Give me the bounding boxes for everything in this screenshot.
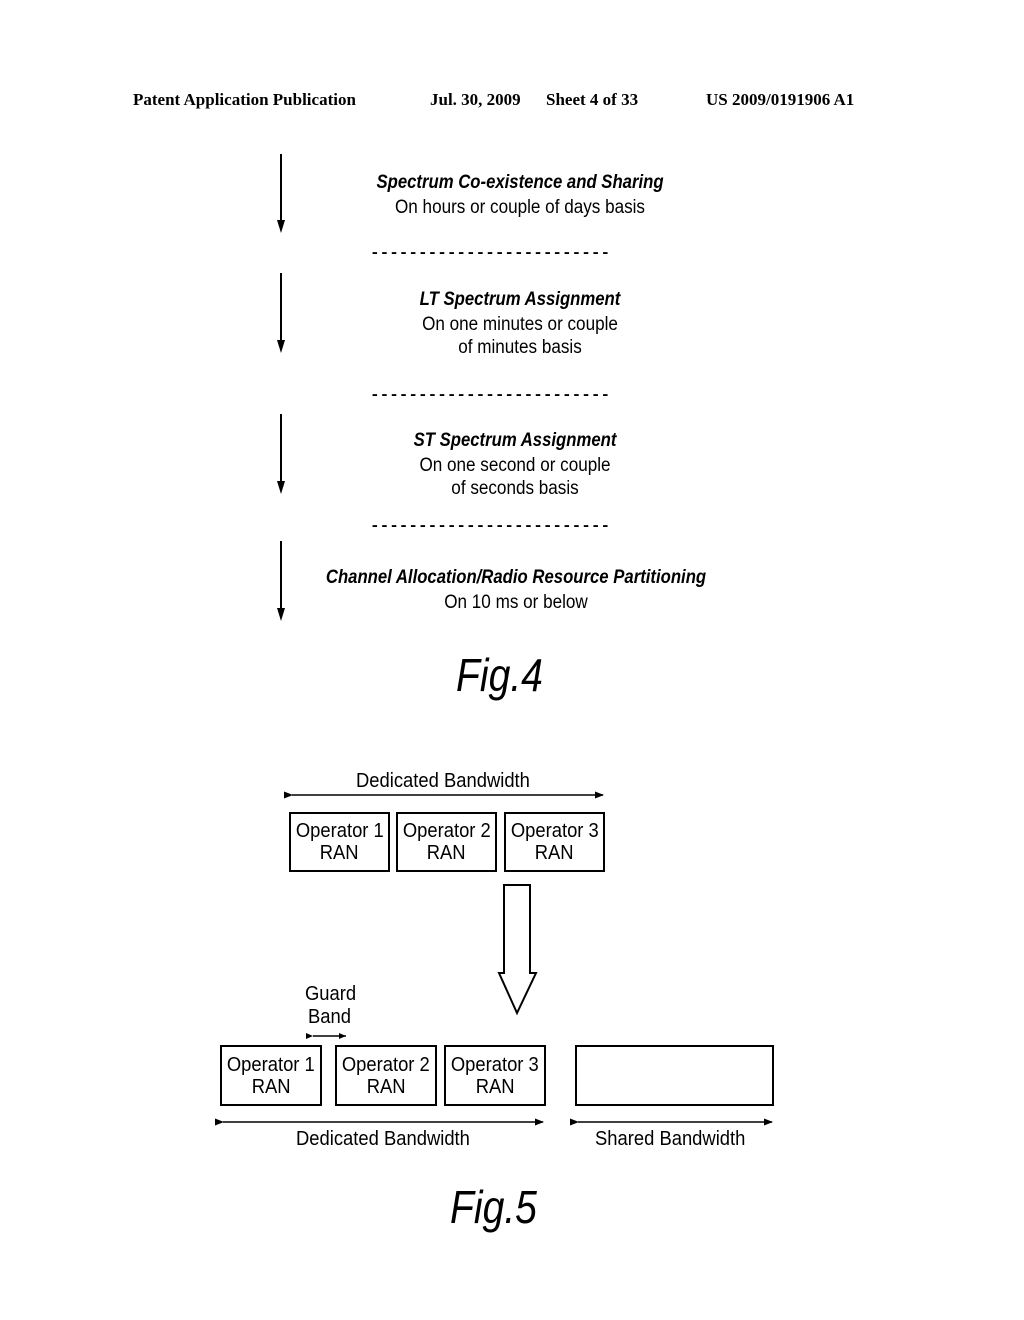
diagram-arrows xyxy=(215,154,773,1126)
transition-down-arrow-icon xyxy=(497,884,538,1016)
down-arrow-icon xyxy=(277,273,285,353)
down-arrow-icon xyxy=(277,414,285,494)
down-arrow-icon xyxy=(277,541,285,621)
down-arrow-icon xyxy=(277,154,285,233)
